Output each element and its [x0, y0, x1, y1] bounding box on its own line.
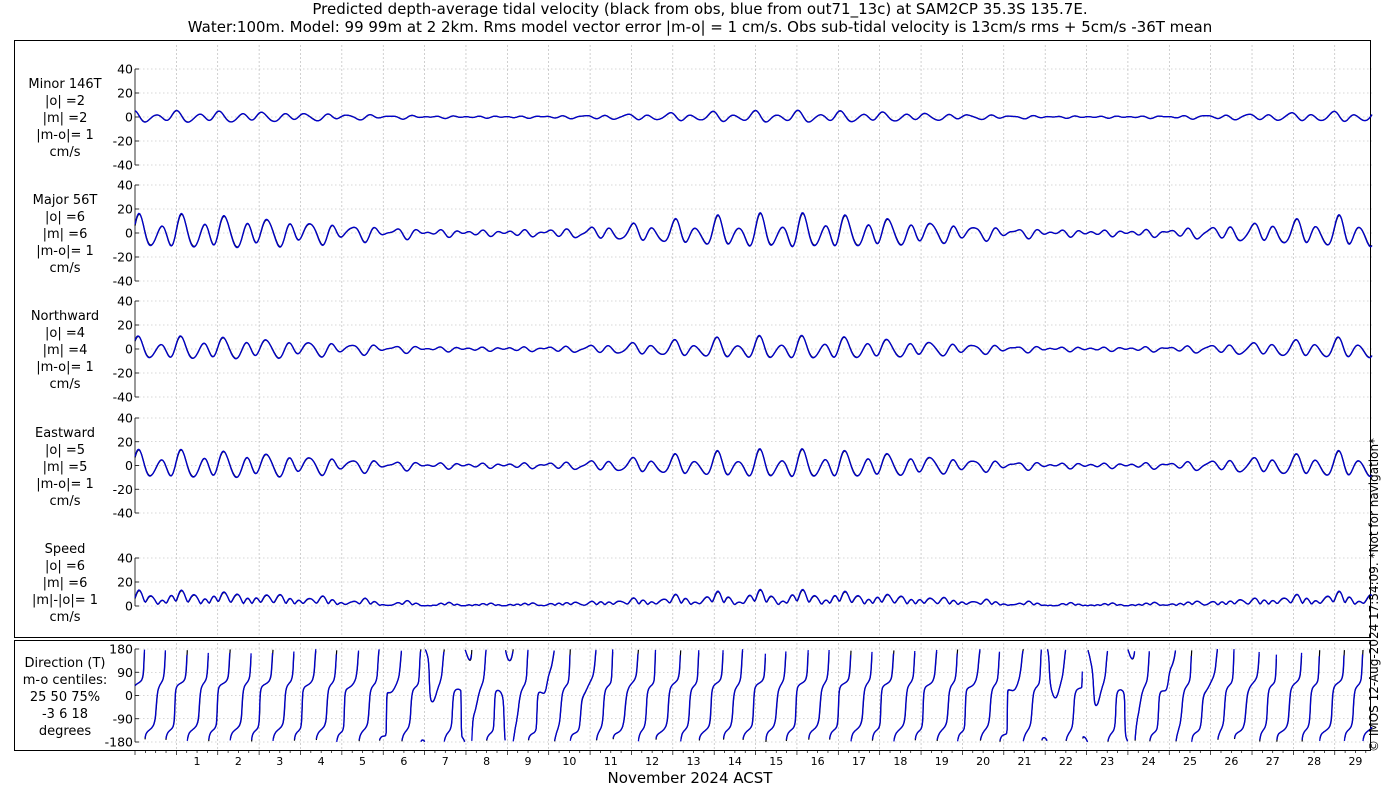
model-series-speed [134, 588, 1373, 607]
x-tick-label: 8 [483, 755, 490, 768]
panel-label-line: degrees [38, 724, 92, 739]
panel-label-line: cm/s [49, 610, 81, 625]
panel-label-line: cm/s [49, 261, 81, 276]
copyright-footer: © IMOS 12-Aug-2024 17:54:09. *Not for na… [1367, 437, 1381, 752]
x-tick-label: 20 [976, 755, 990, 768]
x-tick-label: 2 [235, 755, 242, 768]
x-tick-label: 28 [1307, 755, 1321, 768]
x-tick-label: 25 [1183, 755, 1197, 768]
x-tick-label: 13 [687, 755, 701, 768]
panel-label-line: Northward [30, 309, 100, 324]
panel-label-line: Major 56T [32, 193, 98, 208]
y-tick-label: 0 [125, 110, 133, 125]
model-series-minor [134, 109, 1373, 123]
x-tick-label: 9 [525, 755, 532, 768]
panel-label-line: |o| =6 [44, 210, 85, 225]
x-tick-label: 26 [1224, 755, 1238, 768]
x-tick-label: 3 [276, 755, 283, 768]
x-tick-label: 1 [194, 755, 201, 768]
y-tick-label: 0 [125, 458, 133, 473]
tidal-velocity-chart: 1 2 3 4 5 6 7 8 9 10 11 12 13 14 15 16 17 18 19 20 21 22 23 24 2… [14, 40, 1373, 768]
panel-label-speed: Speed |o| =6 |m| =6 |m|-|o|= 1 cm/s [5, 541, 125, 626]
panel-label-line: |m-o|= 1 [36, 360, 94, 375]
panel-label-line: m-o centiles: [22, 673, 108, 688]
model-series-north [134, 334, 1373, 360]
x-tick-label: 16 [811, 755, 825, 768]
panel-label-minor: Minor 146T |o| =2 |m| =2 |m-o|= 1 cm/s [5, 76, 125, 161]
y-tick-label: 0 [125, 688, 133, 703]
panel-label-line: Speed [44, 542, 86, 557]
y-tick-label: 40 [117, 411, 133, 426]
x-tick-label: 4 [318, 755, 325, 768]
x-tick-label: 22 [1059, 755, 1073, 768]
model-series-direction [134, 648, 1373, 743]
x-tick-label: 7 [442, 755, 449, 768]
x-axis-label: November 2024 ACST [607, 769, 773, 787]
y-tick-label: 40 [117, 178, 133, 193]
panel-label-line: cm/s [49, 377, 81, 392]
x-tick-label: 19 [935, 755, 949, 768]
panel-label-line: |o| =5 [44, 443, 85, 458]
panel-label-line: |o| =2 [44, 94, 85, 109]
panel-label-line: |m-o|= 1 [36, 244, 94, 259]
panel-label-line: cm/s [49, 494, 81, 509]
panel-label-line: Minor 146T [28, 77, 102, 92]
panel-label-line: |m| =6 [42, 576, 88, 591]
x-tick-label: 23 [1100, 755, 1114, 768]
panel-label-line: |m| =5 [42, 460, 88, 475]
x-tick-label: 24 [1142, 755, 1156, 768]
y-tick-label: 0 [125, 342, 133, 357]
y-tick-label: 40 [117, 294, 133, 309]
obs-series-east [134, 448, 1373, 478]
panel-label-line: |m| =6 [42, 227, 88, 242]
x-tick-label: 10 [562, 755, 576, 768]
panel-label-line: |m-o|= 1 [36, 477, 94, 492]
panel-label-direction: Direction (T) m-o centiles: 25 50 75% -3 6 … [5, 655, 125, 740]
x-tick-label: 14 [728, 755, 742, 768]
panel-label-line: |m| =2 [42, 111, 88, 126]
panel-label-east: Eastward |o| =5 |m| =5 |m-o|= 1 cm/s [5, 425, 125, 510]
panel-label-north: Northward |o| =4 |m| =4 |m-o|= 1 cm/s [5, 308, 125, 393]
panel-label-line: Eastward [34, 426, 96, 441]
x-tick-label: 5 [359, 755, 366, 768]
x-tick-label: 12 [645, 755, 659, 768]
x-tick-label: 15 [769, 755, 783, 768]
panel-label-line: |o| =6 [44, 559, 85, 574]
x-tick-label: 27 [1266, 755, 1280, 768]
panel-label-line: |o| =4 [44, 326, 85, 341]
x-tick-label: 17 [852, 755, 866, 768]
x-tick-label: 18 [893, 755, 907, 768]
y-tick-label: 0 [125, 226, 133, 241]
panel-label-line: |m|-|o|= 1 [31, 593, 99, 608]
y-tick-label: 0 [125, 599, 133, 614]
panel-label-line: 25 50 75% [29, 690, 101, 705]
panel-label-line: cm/s [49, 145, 81, 160]
x-tick-label: 6 [400, 755, 407, 768]
x-tick-label: 11 [604, 755, 618, 768]
x-tick-label: 21 [1017, 755, 1031, 768]
y-tick-label: 40 [117, 62, 133, 77]
panel-label-line: |m-o|= 1 [36, 128, 94, 143]
panel-label-line: |m| =4 [42, 343, 88, 358]
panel-label-major: Major 56T |o| =6 |m| =6 |m-o|= 1 cm/s [5, 192, 125, 277]
panel-label-line: Direction (T) [24, 656, 106, 671]
panel-label-line: -3 6 18 [41, 707, 89, 722]
x-tick-label: 29 [1348, 755, 1362, 768]
